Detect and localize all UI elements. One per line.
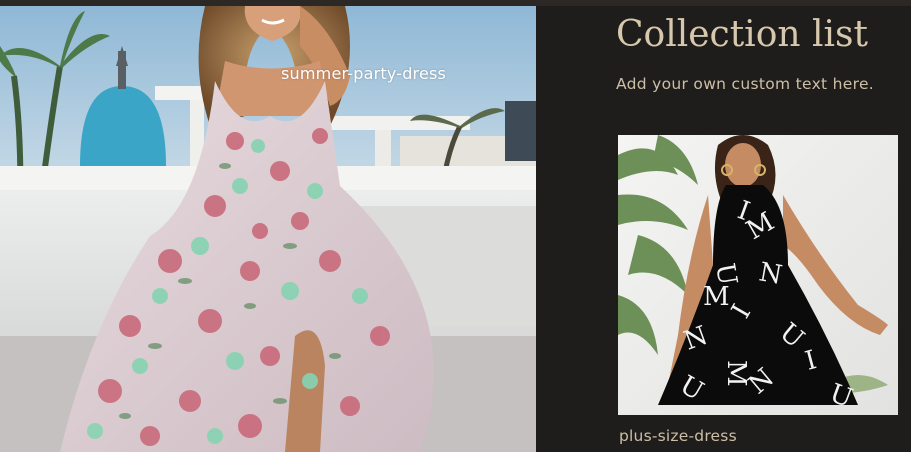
letter-print-halter-dress-photo: I M U N M I U N M I U N U [618,135,898,415]
collection-list-section: summer-party-dress Collection list Add y… [0,0,911,452]
collection-card-title: summer-party-dress [281,64,447,83]
collection-card-title[interactable]: plus-size-dress [619,427,737,445]
section-heading: Collection list [616,14,868,55]
floral-maxi-dress-photo [0,6,536,452]
collection-card-plus-size-dress[interactable]: I M U N M I U N M I U N U [618,135,898,415]
section-subheading: Add your own custom text here. [616,75,875,93]
collection-card-summer-party-dress[interactable]: summer-party-dress [0,6,536,452]
